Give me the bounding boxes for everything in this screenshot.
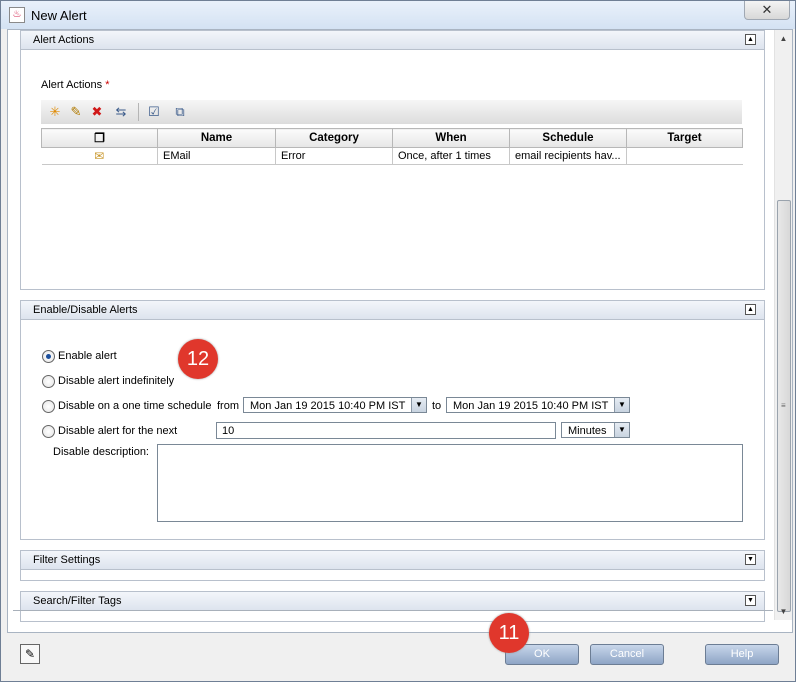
close-button[interactable]: ✕ [744,1,790,20]
disable-schedule-label: Disable on a one time schedule [58,400,212,412]
disable-schedule-radio[interactable] [42,400,55,413]
vertical-scrollbar[interactable]: ▲ ≡ ▼ [774,30,792,620]
row-icon-cell: ✉ [41,147,158,165]
table-row[interactable]: ✉ EMail Error Once, after 1 times email … [41,147,743,165]
toolbar-separator [138,103,139,121]
grip-icon: ≡ [781,401,786,410]
filter-settings-title: Filter Settings [33,554,101,566]
window-title: New Alert [31,8,87,23]
enable-alert-label: Enable alert [58,350,117,362]
from-date-value: Mon Jan 19 2015 10:40 PM IST [250,400,406,412]
help-button[interactable]: Help [705,644,779,665]
step-11-annotation: 11 [489,613,529,653]
to-date-combo[interactable]: Mon Jan 19 2015 10:40 PM IST ▼ [446,397,630,413]
disable-description-label: Disable description: [53,446,149,458]
clone-icon: ⧉ [175,104,185,119]
collapse-icon[interactable]: ▲ [745,304,756,315]
expand-icon[interactable]: ▼ [745,554,756,565]
row-when: Once, after 1 times [392,147,510,165]
chevron-down-icon[interactable]: ▼ [411,398,426,412]
duration-unit-combo[interactable]: Minutes ▼ [561,422,630,438]
duration-unit-value: Minutes [568,425,607,437]
column-header-schedule[interactable]: Schedule [509,128,627,148]
enable-disable-title: Enable/Disable Alerts [33,304,138,316]
table-header-row: ❐ Name Category When Schedule Target [41,128,743,148]
dialog-content: Alert Actions ▲ Alert Actions * ✳ ✎ ✖ ⇆ ☑ ⧉ ❐… [7,29,793,633]
column-header-icon[interactable]: ❐ [41,128,158,148]
pencil-icon: ✎ [70,104,82,119]
column-header-target[interactable]: Target [626,128,743,148]
chevron-down-icon[interactable]: ▼ [614,398,629,412]
column-header-when[interactable]: When [392,128,510,148]
new-alert-window: ♨ New Alert ✕ Alert Actions ▲ Alert Acti… [0,0,796,682]
row-category: Error [275,147,393,165]
filter-settings-header[interactable]: Filter Settings ▼ [21,551,764,570]
edit-action-button[interactable]: ✎ [67,103,85,121]
column-header-name[interactable]: Name [157,128,276,148]
copy-action-button[interactable]: ⇆ [112,103,130,121]
checklist-icon: ☑ [148,104,160,119]
email-icon: ✉ [94,149,105,163]
collapse-icon[interactable]: ▲ [745,34,756,45]
copy-pages-icon: ❐ [94,131,105,145]
search-filter-tags-title: Search/Filter Tags [33,595,122,607]
from-label: from [217,400,239,412]
scroll-up-icon[interactable]: ▲ [775,30,792,47]
row-schedule: email recipients hav... [509,147,627,165]
enable-disable-header[interactable]: Enable/Disable Alerts ▲ [21,301,764,320]
edit-document-icon[interactable]: ✎ [20,644,40,664]
to-label: to [432,400,442,412]
disable-next-label: Disable alert for the next [58,425,178,437]
column-header-category[interactable]: Category [275,128,393,148]
disable-next-radio[interactable] [42,425,55,438]
disable-description-textarea[interactable] [157,444,743,522]
chevron-down-icon[interactable]: ▼ [614,423,629,437]
disable-indefinitely-radio[interactable] [42,375,55,388]
alert-actions-header[interactable]: Alert Actions ▲ [21,31,764,50]
row-name: EMail [157,147,276,165]
search-filter-tags-panel: Search/Filter Tags ▼ [20,591,765,622]
copy-icon: ⇆ [115,104,127,119]
footer-separator [13,610,773,611]
alert-actions-label: Alert Actions * [41,79,109,91]
select-actions-button[interactable]: ☑ [145,103,163,121]
row-target [626,147,743,165]
title-bar: ♨ New Alert ✕ [1,1,795,29]
delete-x-icon: ✖ [91,104,103,119]
to-date-value: Mon Jan 19 2015 10:40 PM IST [453,400,609,412]
alert-actions-label-text: Alert Actions [41,79,103,91]
required-mark: * [105,79,110,91]
alert-actions-table: ❐ Name Category When Schedule Target ✉ E… [41,128,743,165]
alert-actions-title: Alert Actions [33,34,95,46]
filter-settings-panel: Filter Settings ▼ [20,550,765,581]
enable-alert-radio[interactable] [42,350,55,363]
scroll-down-icon[interactable]: ▼ [775,603,792,620]
duration-input[interactable]: 10 [216,422,556,439]
java-app-icon: ♨ [9,7,25,23]
asterisk-icon: ✳ [49,104,61,119]
cancel-button[interactable]: Cancel [590,644,664,665]
search-filter-tags-header[interactable]: Search/Filter Tags ▼ [21,592,764,611]
step-12-annotation: 12 [178,339,218,379]
scrollbar-thumb[interactable]: ≡ [777,200,791,612]
clone-action-button[interactable]: ⧉ [171,103,189,121]
delete-action-button[interactable]: ✖ [88,103,106,121]
alert-actions-toolbar: ✳ ✎ ✖ ⇆ ☑ ⧉ [41,100,742,124]
disable-indefinitely-label: Disable alert indefinitely [58,375,175,387]
new-action-button[interactable]: ✳ [46,103,64,121]
from-date-combo[interactable]: Mon Jan 19 2015 10:40 PM IST ▼ [243,397,427,413]
expand-icon[interactable]: ▼ [745,595,756,606]
